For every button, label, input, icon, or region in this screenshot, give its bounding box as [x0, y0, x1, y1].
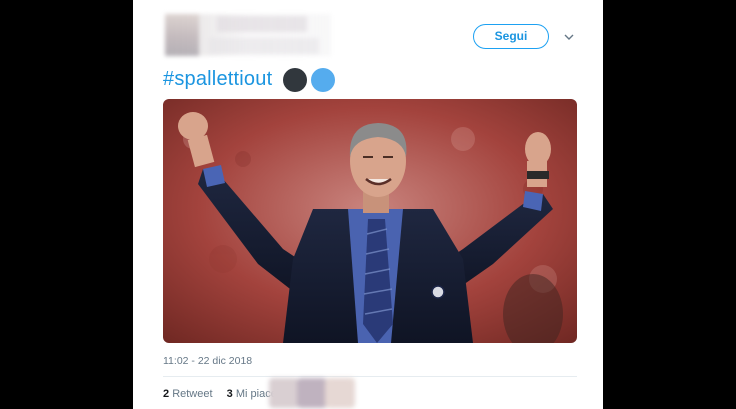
retweet-count[interactable]: 2 [163, 388, 169, 400]
follow-button[interactable]: Segui [473, 24, 549, 49]
tweet-timestamp[interactable]: 11:02 - 22 dic 2018 [163, 355, 252, 367]
blurred-username [209, 38, 319, 54]
blurred-author-header [165, 14, 331, 56]
black-circle-emoji [283, 68, 307, 92]
blurred-liker-avatars [269, 376, 361, 409]
hashtag-link[interactable]: #spallettiout [163, 68, 272, 91]
blurred-display-name [217, 16, 307, 32]
tweet-photo[interactable] [163, 99, 577, 343]
blurred-avatar [165, 14, 199, 56]
chevron-down-icon[interactable] [563, 31, 575, 43]
tweet-card: Segui #spallettiout 11:02 - 22 dic 2018 … [133, 0, 603, 409]
divider [163, 376, 577, 377]
retweet-label[interactable]: Retweet [172, 388, 212, 400]
tweet-stats: 2 Retweet 3 Mi piace [163, 388, 277, 400]
like-count[interactable]: 3 [227, 388, 233, 400]
blue-circle-emoji [311, 68, 335, 92]
photo-image [163, 99, 577, 343]
